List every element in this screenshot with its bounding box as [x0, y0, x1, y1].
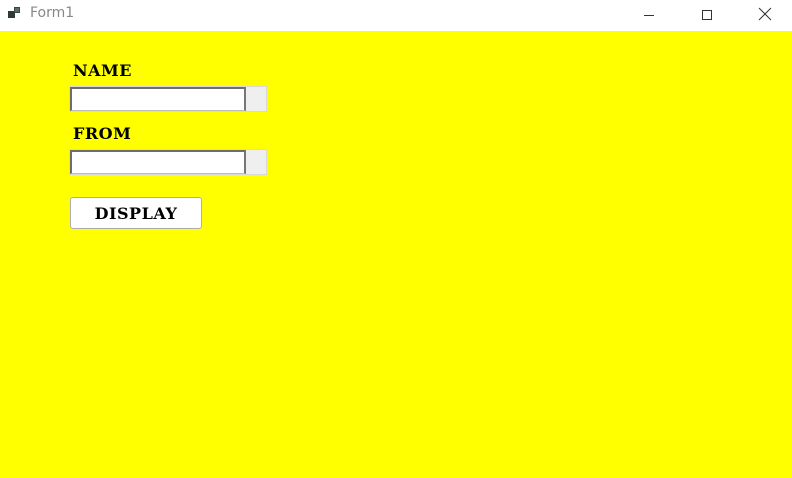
- close-button[interactable]: [742, 0, 788, 30]
- name-textbox[interactable]: [69, 86, 267, 112]
- app-icon: [7, 5, 23, 21]
- name-textbox-strip: [246, 87, 266, 111]
- display-button[interactable]: DISPLAY: [70, 197, 202, 229]
- close-icon: [758, 6, 772, 25]
- minimize-button[interactable]: [626, 0, 672, 30]
- maximize-button[interactable]: [684, 0, 730, 30]
- from-textbox-strip: [246, 150, 266, 174]
- maximize-icon: [701, 6, 713, 25]
- from-input[interactable]: [70, 150, 246, 174]
- form1-window: Form1 NAME FROM DISPLAY: [0, 0, 792, 478]
- from-textbox[interactable]: [69, 149, 267, 175]
- minimize-icon: [643, 6, 655, 25]
- window-title: Form1: [30, 5, 75, 21]
- from-label: FROM: [73, 124, 132, 143]
- name-input[interactable]: [70, 87, 246, 111]
- form-client-area: NAME FROM DISPLAY: [0, 31, 792, 478]
- title-bar[interactable]: Form1: [0, 0, 792, 30]
- name-label: NAME: [73, 61, 132, 80]
